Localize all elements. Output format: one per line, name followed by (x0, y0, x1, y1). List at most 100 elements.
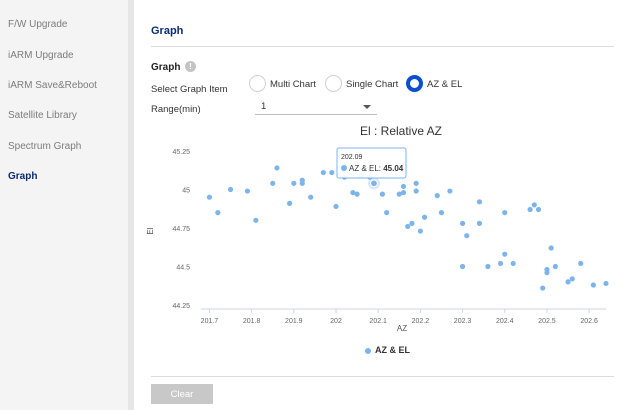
data-point[interactable] (434, 193, 440, 199)
data-point[interactable] (476, 220, 483, 226)
data-point[interactable] (502, 251, 508, 257)
tooltip-series: AZ & EL: (349, 164, 383, 173)
data-point[interactable] (215, 210, 221, 216)
data-point[interactable] (333, 203, 339, 210)
data-point[interactable] (510, 260, 516, 267)
data-point[interactable] (590, 282, 596, 288)
page-title: Graph (151, 25, 184, 37)
radio-label: Single Chart (346, 79, 399, 90)
title-divider (151, 46, 614, 47)
x-axis: 201.7 201.8 201.9 202 202.1 202.2 202.3 202.4 20… (201, 308, 606, 325)
radio-selected-icon[interactable] (406, 75, 423, 92)
data-point[interactable] (464, 233, 470, 239)
data-point[interactable] (552, 263, 558, 270)
data-point[interactable] (438, 210, 445, 216)
tooltip-dot (341, 165, 347, 171)
data-point[interactable] (527, 206, 533, 213)
sidebar: F/W Upgrade iARM Upgrade iARM Save&Reboo… (0, 0, 128, 410)
x-tick-label: 202.5 (538, 318, 556, 325)
x-tick-label: 202.6 (580, 318, 598, 325)
bottom-divider (151, 376, 614, 377)
data-point[interactable] (497, 260, 504, 267)
data-point[interactable] (244, 188, 251, 194)
sidebar-item-iarm-save-reboot[interactable]: iARM Save&Reboot (8, 80, 97, 91)
data-point[interactable] (548, 245, 554, 251)
scatter-chart: El : Relative AZ 44.25 44.5 44.75 45 45.25 2… (146, 124, 609, 333)
radio-circle-icon[interactable] (249, 75, 266, 92)
data-point[interactable] (329, 169, 335, 176)
data-point[interactable] (206, 194, 213, 200)
x-tick-label: 201.8 (243, 318, 261, 325)
x-axis-label: AZ (397, 324, 407, 333)
data-point[interactable] (253, 217, 259, 223)
sidebar-item-iarm-upgrade[interactable]: iARM Upgrade (8, 50, 74, 61)
data-point[interactable] (565, 279, 571, 285)
data-point[interactable] (354, 191, 360, 197)
data-point[interactable] (308, 194, 314, 200)
data-point[interactable] (291, 180, 297, 186)
data-point[interactable] (413, 188, 419, 194)
data-point[interactable] (274, 165, 280, 171)
y-tick-label: 45 (182, 188, 190, 195)
x-tick-label: 201.9 (285, 318, 303, 325)
data-point[interactable] (578, 260, 584, 267)
radio-label: Multi Chart (270, 79, 316, 90)
data-point[interactable] (384, 210, 390, 216)
data-point[interactable] (299, 177, 305, 183)
radio-circle-icon[interactable] (325, 75, 342, 92)
data-point[interactable] (286, 200, 293, 206)
data-point[interactable] (476, 199, 483, 205)
data-point[interactable] (459, 263, 466, 270)
data-point[interactable] (320, 169, 326, 176)
tooltip-value: AZ & EL: 45.04 (349, 164, 404, 173)
series-points (206, 165, 609, 291)
data-point[interactable] (603, 280, 609, 287)
data-point[interactable] (540, 285, 546, 291)
data-point[interactable] (447, 188, 453, 194)
data-point[interactable] (227, 186, 234, 193)
sidebar-item-satellite-library[interactable]: Satellite Library (8, 110, 77, 121)
info-icon[interactable]: ! (185, 61, 196, 72)
main-panel: Graph Graph ! Select Graph Item Multi Ch… (134, 0, 622, 410)
data-point[interactable] (569, 276, 575, 282)
tooltip-x: 202.09 (341, 154, 363, 161)
data-point[interactable] (544, 266, 550, 273)
data-point[interactable] (400, 183, 407, 190)
tooltip-box (336, 147, 407, 179)
chart-title: El : Relative AZ (360, 124, 442, 138)
data-point[interactable] (417, 228, 423, 234)
data-point[interactable] (409, 220, 415, 226)
y-tick-label: 45.25 (172, 149, 190, 156)
y-tick-label: 44.5 (176, 265, 190, 272)
x-tick-label: 201.7 (201, 318, 219, 325)
hover-point[interactable] (370, 179, 378, 188)
tooltip-number: 45.04 (383, 164, 404, 173)
range-label: Range(min) (151, 104, 201, 115)
data-point[interactable] (413, 180, 419, 186)
chevron-down-icon (363, 105, 371, 109)
graph-section-title: Graph (151, 62, 181, 73)
sidebar-item-graph[interactable]: Graph (8, 171, 37, 182)
data-point[interactable] (379, 191, 386, 197)
sidebar-item-fw-upgrade[interactable]: F/W Upgrade (8, 19, 67, 30)
y-tick-label: 44.75 (172, 226, 190, 233)
x-tick-label: 202.3 (454, 318, 472, 325)
y-axis: 44.25 44.5 44.75 45 45.25 (172, 149, 190, 310)
data-point[interactable] (459, 220, 466, 226)
data-point[interactable] (421, 214, 428, 220)
legend-dot[interactable] (365, 348, 371, 354)
data-point[interactable] (485, 263, 491, 270)
data-point[interactable] (535, 206, 542, 213)
data-point[interactable] (502, 210, 508, 216)
data-point[interactable] (400, 189, 407, 196)
data-point[interactable] (270, 180, 276, 186)
data-point[interactable] (531, 202, 537, 208)
clear-button[interactable]: Clear (151, 384, 213, 404)
legend-item-az-el[interactable]: AZ & EL (375, 345, 410, 355)
range-select[interactable]: 1 (255, 98, 377, 115)
data-point[interactable] (405, 223, 411, 230)
x-tick-label: 202.4 (496, 318, 514, 325)
x-tick-label: 202.2 (412, 318, 430, 325)
y-tick-label: 44.25 (172, 303, 190, 310)
sidebar-item-spectrum-graph[interactable]: Spectrum Graph (8, 141, 81, 152)
